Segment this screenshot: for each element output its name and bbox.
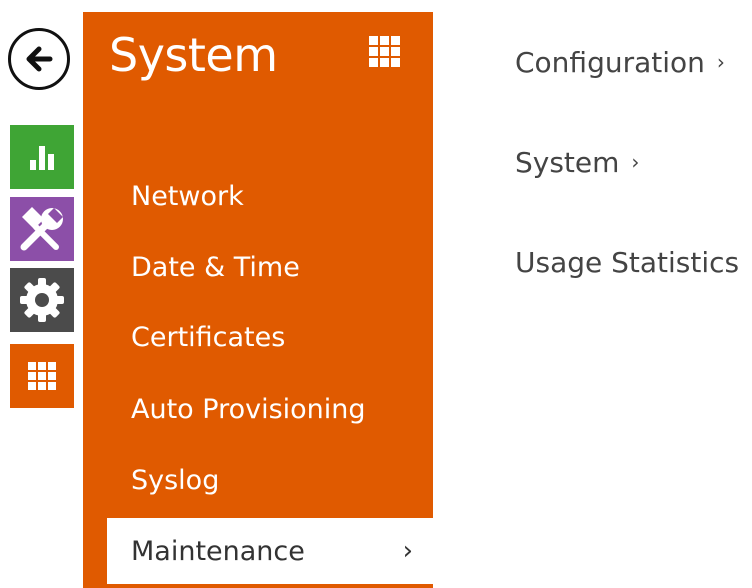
grid-icon[interactable] xyxy=(369,36,401,68)
subnav-item-configuration[interactable]: Configuration › xyxy=(515,46,725,79)
nav-status-button[interactable] xyxy=(10,125,74,189)
menu-item-syslog[interactable]: Syslog xyxy=(107,450,433,510)
menu-item-maintenance[interactable]: Maintenance › xyxy=(107,518,433,584)
tools-icon xyxy=(20,207,63,251)
chevron-right-icon: › xyxy=(402,536,413,566)
subnav-item-usage-statistics[interactable]: Usage Statistics› xyxy=(515,246,752,279)
subnav-item-system[interactable]: System › xyxy=(515,146,639,179)
menu-item-network[interactable]: Network xyxy=(107,166,433,226)
subnav-item-label: System xyxy=(515,146,620,179)
arrow-left-icon xyxy=(26,46,53,72)
grid-icon xyxy=(28,362,56,390)
menu-item-label: Auto Provisioning xyxy=(131,393,366,425)
menu-item-certificates[interactable]: Certificates xyxy=(107,307,433,367)
app-root: System Network Date & Time Certificates … xyxy=(0,0,752,588)
back-button[interactable] xyxy=(8,28,70,90)
bar-chart-icon xyxy=(30,146,54,170)
nav-system-button[interactable] xyxy=(10,344,74,408)
subnav-item-label: Usage Statistics xyxy=(515,246,740,279)
gear-icon xyxy=(20,278,64,322)
system-menu-panel: System Network Date & Time Certificates … xyxy=(83,12,433,588)
menu-item-auto-provisioning[interactable]: Auto Provisioning xyxy=(107,379,433,439)
menu-item-date-time[interactable]: Date & Time xyxy=(107,237,433,297)
nav-services-button[interactable] xyxy=(10,197,74,261)
nav-hardware-button[interactable] xyxy=(10,268,74,332)
chevron-right-icon: › xyxy=(631,150,640,174)
panel-title: System xyxy=(109,28,278,82)
menu-item-label: Syslog xyxy=(131,464,220,496)
menu-item-label: Date & Time xyxy=(131,251,300,283)
chevron-right-icon: › xyxy=(716,50,725,74)
subnav-item-label: Configuration xyxy=(515,46,705,79)
menu-item-label: Certificates xyxy=(131,321,286,353)
menu-item-label: Maintenance xyxy=(131,535,305,567)
menu-item-label: Network xyxy=(131,180,244,212)
